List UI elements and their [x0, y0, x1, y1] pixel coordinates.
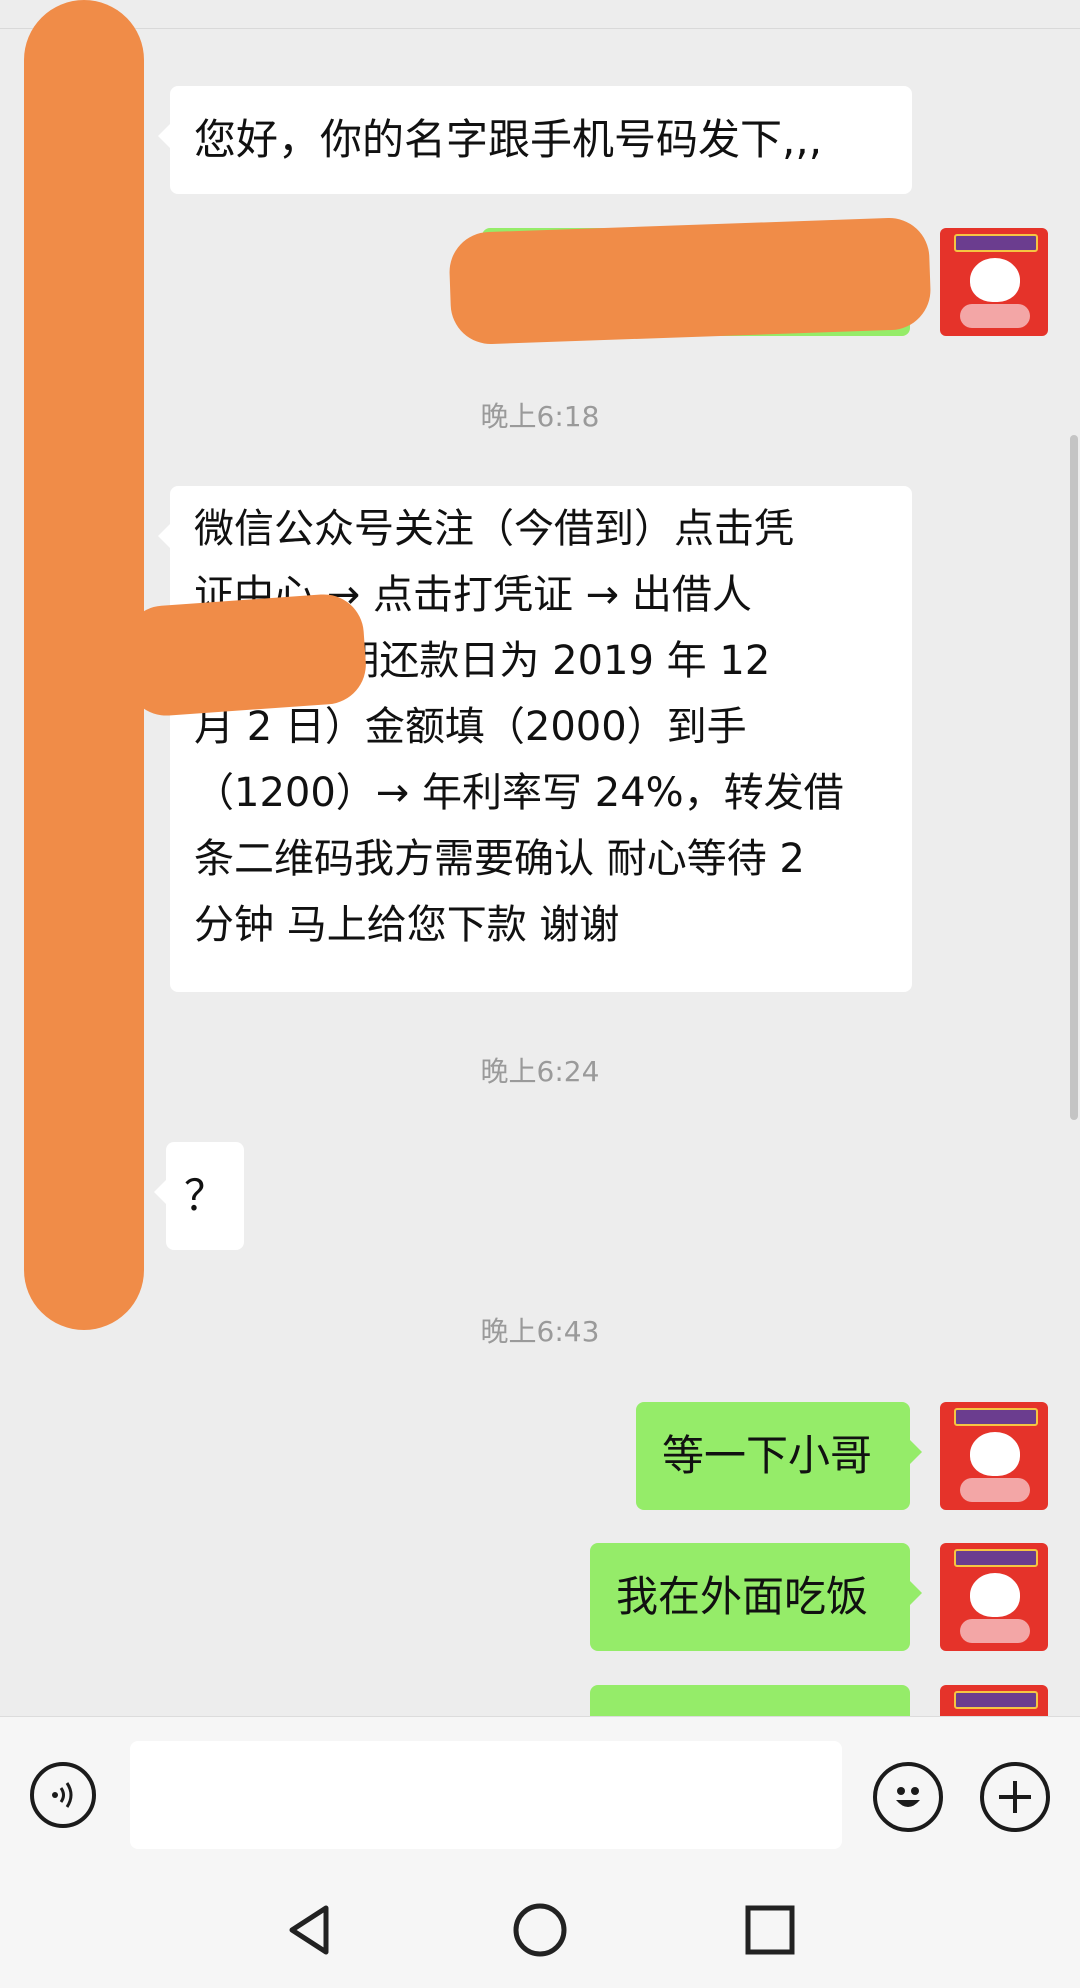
add-icon — [999, 1781, 1031, 1813]
timestamp: 晚上6:43 — [480, 1315, 600, 1348]
home-nav-icon[interactable] — [510, 1900, 570, 1960]
divider — [0, 28, 1080, 29]
system-navigation-bar — [0, 1872, 1080, 1988]
message-bubble-outgoing[interactable] — [590, 1685, 910, 1716]
emoji-icon — [896, 1787, 920, 1807]
voice-icon — [52, 1782, 73, 1808]
message-text-line: 条二维码我方需要确认 耐心等待 2 — [194, 836, 805, 882]
timestamp: 晚上6:18 — [480, 400, 600, 433]
voice-button[interactable] — [30, 1762, 96, 1828]
message-bubble-incoming[interactable]: 微信公众号关注（今借到）点击凭 证中心 → 点击打凭证 → 出借人 款 （ 到期… — [158, 486, 912, 992]
chat-area[interactable]: 您好，你的名字跟手机号码发下,,, 注 晚上6:18 微信公众号关注（今借到）点… — [0, 0, 1080, 1716]
redaction-mark — [121, 591, 369, 719]
message-text: 您好，你的名字跟手机号码发下,,, — [194, 115, 823, 164]
my-avatar[interactable] — [940, 1402, 1048, 1510]
message-bubble-incoming[interactable]: ？ — [154, 1142, 244, 1250]
add-button[interactable] — [980, 1762, 1050, 1832]
back-nav-icon[interactable] — [280, 1900, 340, 1960]
message-input[interactable] — [130, 1741, 842, 1849]
message-bubble-outgoing[interactable]: 我在外面吃饭 — [590, 1543, 922, 1651]
message-bubble-outgoing[interactable]: 等一下小哥 — [636, 1402, 922, 1510]
message-bubble-incoming[interactable]: 您好，你的名字跟手机号码发下,,, — [158, 86, 912, 194]
message-text: ？ — [183, 1171, 226, 1220]
redaction-mark — [448, 216, 932, 346]
message-text-line: 微信公众号关注（今借到）点击凭 — [194, 506, 794, 552]
my-avatar[interactable] — [940, 1543, 1048, 1651]
message-text-line: 分钟 马上给您下款 谢谢 — [194, 902, 620, 948]
timestamp: 晚上6:24 — [480, 1055, 600, 1088]
scrollbar-thumb[interactable] — [1070, 435, 1078, 1120]
my-avatar[interactable] — [940, 228, 1048, 336]
emoji-button[interactable] — [873, 1762, 943, 1832]
message-input-bar — [0, 1716, 1080, 1873]
message-text-line: （1200）→ 年利率写 24%，转发借 — [194, 770, 844, 816]
recent-apps-nav-icon[interactable] — [740, 1900, 800, 1960]
my-avatar[interactable] — [940, 1685, 1048, 1716]
message-text: 等一下小哥 — [662, 1431, 873, 1480]
message-text: 我在外面吃饭 — [616, 1572, 869, 1621]
